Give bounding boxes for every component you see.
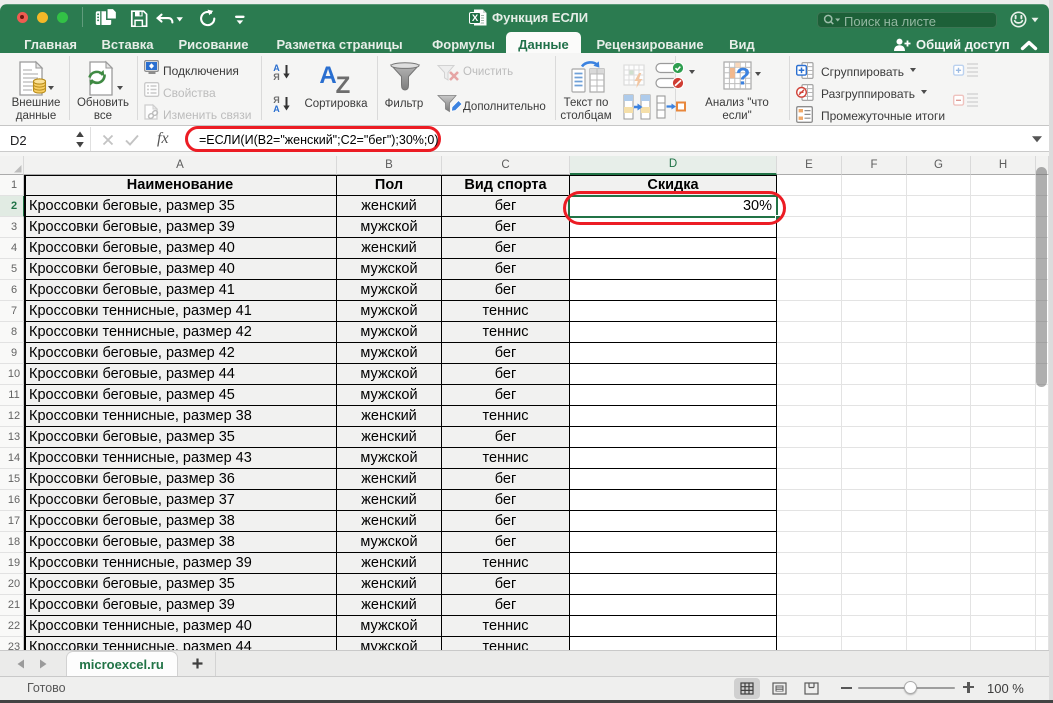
svg-text:Z: Z <box>336 72 351 99</box>
svg-text:?: ? <box>736 64 751 91</box>
svg-text:X: X <box>472 13 479 24</box>
svg-text:А: А <box>319 62 336 89</box>
svg-text:А: А <box>273 104 280 114</box>
svg-text:Я: Я <box>273 72 279 82</box>
